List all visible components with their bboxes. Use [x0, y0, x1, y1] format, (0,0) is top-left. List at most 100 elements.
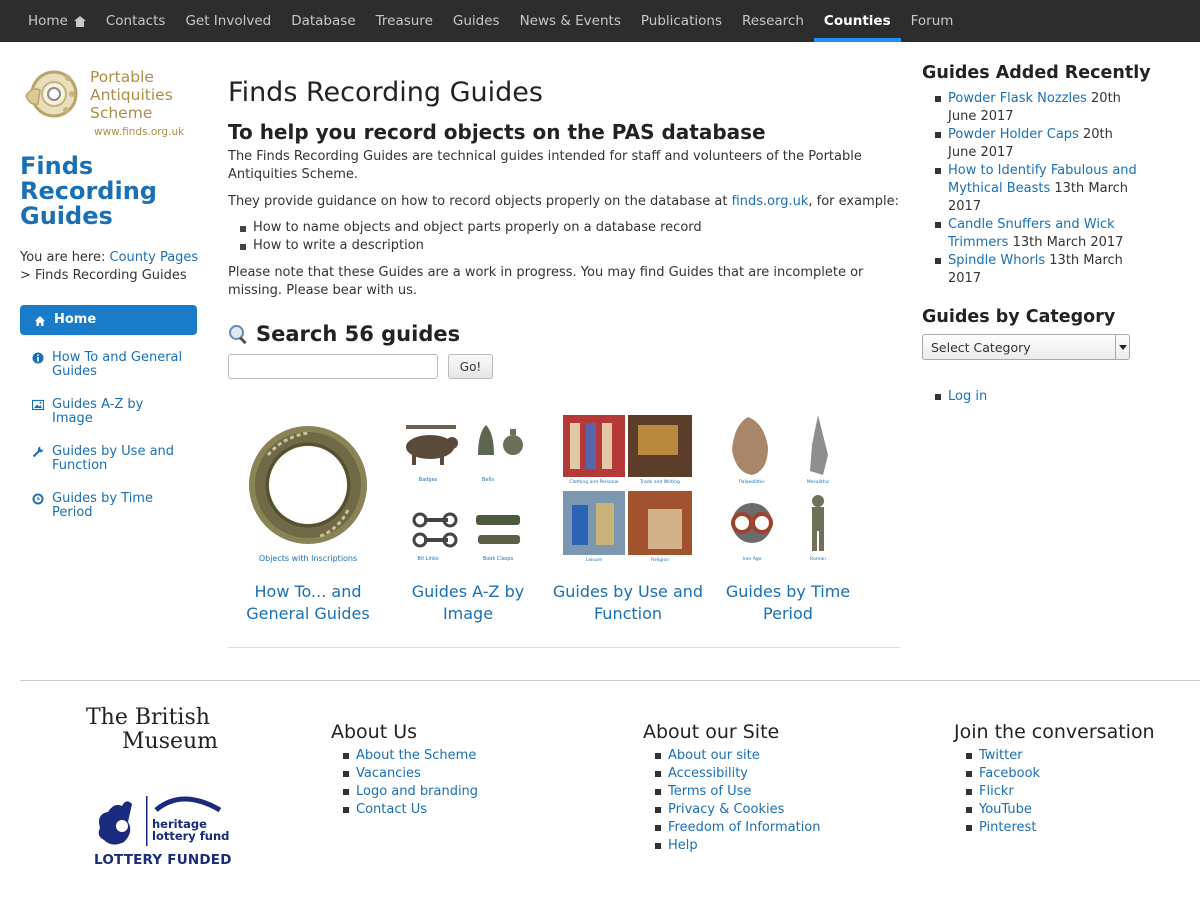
breadcrumb-separator: >	[20, 268, 36, 283]
footer-link-twitter[interactable]: Twitter	[979, 748, 1023, 763]
nav-get-involved[interactable]: Get Involved	[175, 0, 281, 42]
card-use-function[interactable]: Clothing and Personal Trade and Writing …	[548, 415, 708, 625]
breadcrumb-current: Finds Recording Guides	[35, 268, 187, 283]
footer-about-us: About Us About the Scheme Vacancies Logo…	[331, 720, 561, 819]
card-caption: Guides by Time Period	[725, 582, 851, 623]
footer-link-help[interactable]: Help	[668, 838, 698, 853]
image-icon	[32, 399, 44, 411]
hlf-logo-line-2: lottery fund	[152, 829, 229, 843]
list-item: Powder Holder Caps 20th June 2017	[922, 126, 1137, 162]
list-item: Logo and branding	[331, 783, 561, 801]
nav-research[interactable]: Research	[732, 0, 814, 42]
category-select[interactable]: Select Category	[922, 334, 1130, 360]
footer-links: Twitter Facebook Flickr YouTube Pinteres…	[954, 747, 1184, 837]
card-time-period[interactable]: Palaeolithic Mesolithic Iron Age Roman G…	[708, 415, 868, 625]
thumb-label: Bit Links	[417, 556, 439, 562]
bm-logo-line-1: The British	[86, 705, 210, 730]
nav-home-label: Home	[28, 13, 68, 29]
search-heading-text: Search 56 guides	[256, 322, 461, 346]
page-title: Finds Recording Guides	[228, 77, 543, 108]
list-item: YouTube	[954, 801, 1184, 819]
search-heading: Search 56 guides	[228, 322, 900, 346]
list-item: About our site	[643, 747, 873, 765]
sidebar-item-how-to[interactable]: How To and General Guides	[20, 345, 200, 385]
footer-link-contact-us[interactable]: Contact Us	[356, 802, 427, 817]
pas-logo[interactable]: Portable Antiquities Scheme www.finds.or…	[20, 64, 200, 144]
footer-link-facebook[interactable]: Facebook	[979, 766, 1040, 781]
recent-guides-list: Powder Flask Nozzles 20th June 2017 Powd…	[922, 90, 1152, 288]
guide-category-cards: Objects with Inscriptions How To... and …	[228, 415, 900, 625]
footer-link-about-site[interactable]: About our site	[668, 748, 760, 763]
nav-publications[interactable]: Publications	[631, 0, 732, 42]
recent-guide-date: 13th March 2017	[1012, 235, 1124, 250]
nav-treasure[interactable]: Treasure	[366, 0, 443, 42]
card-how-to[interactable]: Objects with Inscriptions How To... and …	[228, 415, 388, 625]
guidance-text-after: , for example:	[808, 194, 899, 209]
breadcrumb-prefix: You are here:	[20, 250, 110, 265]
brooch-logo-icon	[25, 70, 78, 118]
login-link[interactable]: Log in	[948, 389, 987, 404]
nav-news-events[interactable]: News & Events	[510, 0, 631, 42]
footer-link-vacancies[interactable]: Vacancies	[356, 766, 421, 781]
thumb-label: Objects with Inscriptions	[259, 554, 357, 563]
footer-link-about-scheme[interactable]: About the Scheme	[356, 748, 476, 763]
sidebar-item-home[interactable]: Home	[20, 305, 197, 335]
list-item: Twitter	[954, 747, 1184, 765]
guidance-text-before: They provide guidance on how to record o…	[228, 194, 732, 209]
list-item: About the Scheme	[331, 747, 561, 765]
list-item: How to name objects and object parts pro…	[228, 219, 900, 237]
go-button[interactable]: Go!	[448, 354, 493, 379]
thumb-label: Mesolithic	[807, 479, 830, 485]
recent-guide-link[interactable]: Spindle Whorls	[948, 253, 1045, 268]
nav-counties[interactable]: Counties	[813, 0, 901, 42]
nav-home[interactable]: Home	[18, 0, 96, 42]
list-item: Powder Flask Nozzles 20th June 2017	[922, 90, 1137, 126]
footer-divider	[20, 680, 1200, 681]
use-function-grid-thumbnail: Clothing and Personal Trade and Writing …	[563, 415, 692, 563]
footer-link-flickr[interactable]: Flickr	[979, 784, 1014, 799]
footer-link-privacy[interactable]: Privacy & Cookies	[668, 802, 784, 817]
meta-list: Log in	[922, 388, 1152, 406]
side-navigation: Home How To and General Guides Guides A-…	[20, 305, 200, 526]
thumb-label: Bells	[482, 477, 494, 483]
search-input[interactable]	[228, 354, 438, 379]
breadcrumb-link-county-pages[interactable]: County Pages	[110, 250, 199, 265]
chevron-down-icon	[1115, 335, 1129, 359]
content-divider	[228, 647, 900, 648]
thumb-label: Trade and Writing	[639, 479, 680, 485]
card-a-z[interactable]: Badges Bells Bit Links Book Clasps Guide…	[388, 415, 548, 625]
footer-link-youtube[interactable]: YouTube	[979, 802, 1032, 817]
footer-about-site: About our Site About our site Accessibil…	[643, 720, 873, 855]
card-caption: Guides by Use and Function	[552, 582, 704, 623]
list-item: Privacy & Cookies	[643, 801, 873, 819]
finds-org-link[interactable]: finds.org.uk	[732, 194, 809, 209]
thumb-label: Religion	[651, 557, 669, 563]
footer-link-foi[interactable]: Freedom of Information	[668, 820, 821, 835]
footer-link-pinterest[interactable]: Pinterest	[979, 820, 1036, 835]
recent-guide-link[interactable]: Powder Holder Caps	[948, 127, 1079, 142]
footer-heading: About Us	[331, 721, 418, 743]
nav-guides[interactable]: Guides	[443, 0, 510, 42]
right-sidebar: Guides Added Recently Powder Flask Nozzl…	[922, 62, 1152, 406]
list-item: Flickr	[954, 783, 1184, 801]
search-form: Go!	[228, 354, 900, 379]
recent-guide-link[interactable]: Powder Flask Nozzles	[948, 91, 1087, 106]
site-title[interactable]: Finds Recording Guides	[20, 154, 160, 229]
footer-link-logo-branding[interactable]: Logo and branding	[356, 784, 478, 799]
sidebar-item-a-z[interactable]: Guides A-Z by Image	[20, 392, 200, 432]
sidebar-item-time-period[interactable]: Guides by Time Period	[20, 486, 200, 526]
magnifier-icon	[228, 324, 248, 344]
footer-link-terms[interactable]: Terms of Use	[668, 784, 751, 799]
sidebar-item-use-function[interactable]: Guides by Use and Function	[20, 439, 200, 479]
thumb-label: Leisure	[586, 557, 602, 563]
british-museum-logo[interactable]: The British Museum	[86, 706, 218, 754]
list-item: Spindle Whorls 13th March 2017	[922, 252, 1137, 288]
list-item: Contact Us	[331, 801, 561, 819]
a-z-grid-thumbnail: Badges Bells Bit Links Book Clasps	[406, 425, 523, 562]
list-item: How to Identify Fabulous and Mythical Be…	[922, 162, 1137, 216]
list-item: Help	[643, 837, 873, 855]
nav-contacts[interactable]: Contacts	[96, 0, 176, 42]
nav-database[interactable]: Database	[281, 0, 365, 42]
nav-forum[interactable]: Forum	[901, 0, 964, 42]
footer-link-accessibility[interactable]: Accessibility	[668, 766, 748, 781]
